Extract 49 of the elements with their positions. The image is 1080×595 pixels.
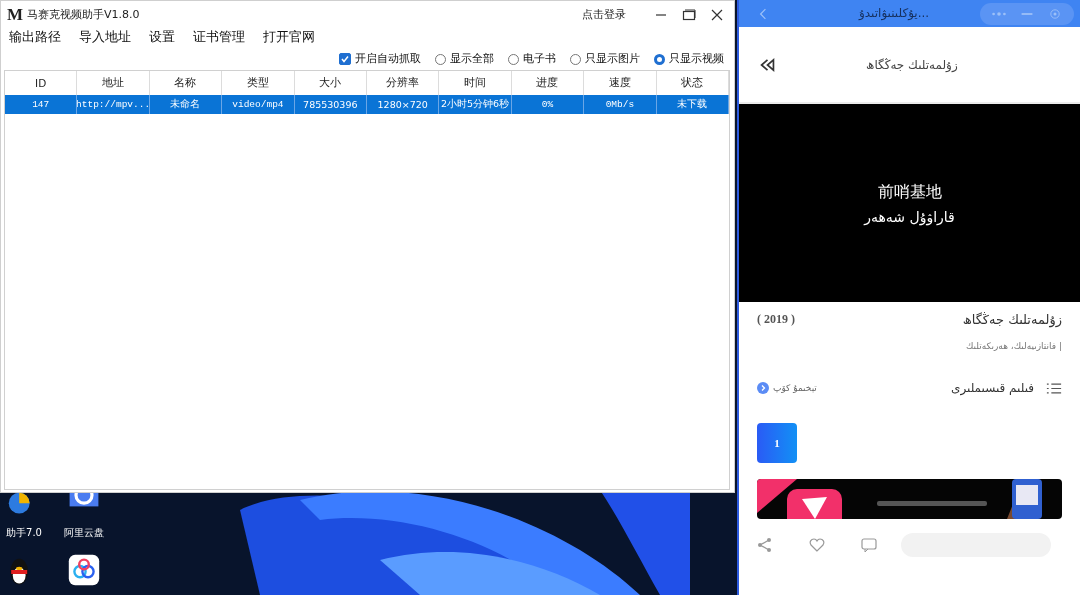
chevron-icon[interactable]: [757, 382, 769, 394]
desktop-icon-label[interactable]: 阿里云盘: [64, 526, 104, 540]
video-caption: 前哨基地: [877, 181, 942, 203]
comment-icon[interactable]: [861, 537, 877, 553]
genre-label: | فانتازىيەلىك، ھەرىكەتلىك: [964, 341, 1062, 351]
table-cell: 未命名: [149, 95, 223, 114]
window-title: 马赛克视频助手V1.8.0: [27, 7, 140, 22]
table-cell: 2小时5分钟6秒: [439, 95, 512, 114]
radio-button[interactable]: [654, 53, 665, 65]
table-cell: http://mpv...: [77, 95, 150, 114]
film-title: زۇلمەتلىك جەڭگاھ: [962, 312, 1062, 327]
video-subtitle: قاراۋۇل شەھەر: [864, 208, 955, 225]
episode-button[interactable]: 1: [757, 423, 797, 463]
option-label: 电子书: [523, 52, 556, 66]
menu-item[interactable]: 打开官网: [263, 28, 315, 46]
section-title: فىلىم قىسىملىرى: [951, 381, 1034, 395]
app-logo: M: [7, 4, 24, 25]
share-icon[interactable]: [757, 537, 773, 553]
double-back-icon[interactable]: [759, 57, 776, 72]
checkbox[interactable]: [339, 53, 351, 65]
year-label: ( 2019 ): [757, 312, 795, 327]
window-title: يۇكلىنىۋاتىدۇ...: [859, 6, 930, 20]
table-cell: 147: [5, 95, 78, 114]
close-icon[interactable]: [710, 7, 724, 22]
radio-button[interactable]: [508, 53, 519, 65]
menu-item[interactable]: 设置: [149, 28, 175, 46]
table-cell: video/mp4: [222, 95, 295, 114]
option-label: 开启自动抓取: [355, 52, 421, 66]
table-cell: 0Mb/s: [584, 95, 657, 114]
radio-button[interactable]: [435, 53, 446, 65]
menu-item[interactable]: 证书管理: [193, 28, 245, 46]
radio-button[interactable]: [570, 53, 581, 65]
table-cell: 1280×720: [367, 95, 440, 114]
more-link[interactable]: تېخىمۇ كۆپ: [757, 382, 817, 394]
menu-item[interactable]: 导入地址: [79, 28, 131, 46]
heart-icon[interactable]: [809, 537, 825, 553]
table-cell: 0%: [511, 95, 585, 114]
table-cell: 未下载: [656, 95, 729, 114]
desktop-icon-label[interactable]: 助手7.0: [6, 526, 42, 540]
option-label: 显示全部: [450, 52, 494, 66]
menu-item[interactable]: 输出路径: [9, 28, 61, 46]
table-row[interactable]: 147 http://mpv... 未命名 video/mp4 785530396 1280×720 2小时5分钟6秒 0% 0Mb/s 未下载: [5, 95, 729, 114]
table-cell: 785530396: [294, 95, 367, 114]
option-label: 只显示图片: [585, 52, 640, 66]
option-label: 只显示视频: [669, 52, 724, 66]
login-link[interactable]: 点击登录: [582, 7, 626, 22]
maximize-icon[interactable]: [682, 7, 696, 22]
list-icon: [1046, 381, 1062, 395]
page-title: زۇلمەتلىك جەڭگاھ: [866, 57, 958, 72]
